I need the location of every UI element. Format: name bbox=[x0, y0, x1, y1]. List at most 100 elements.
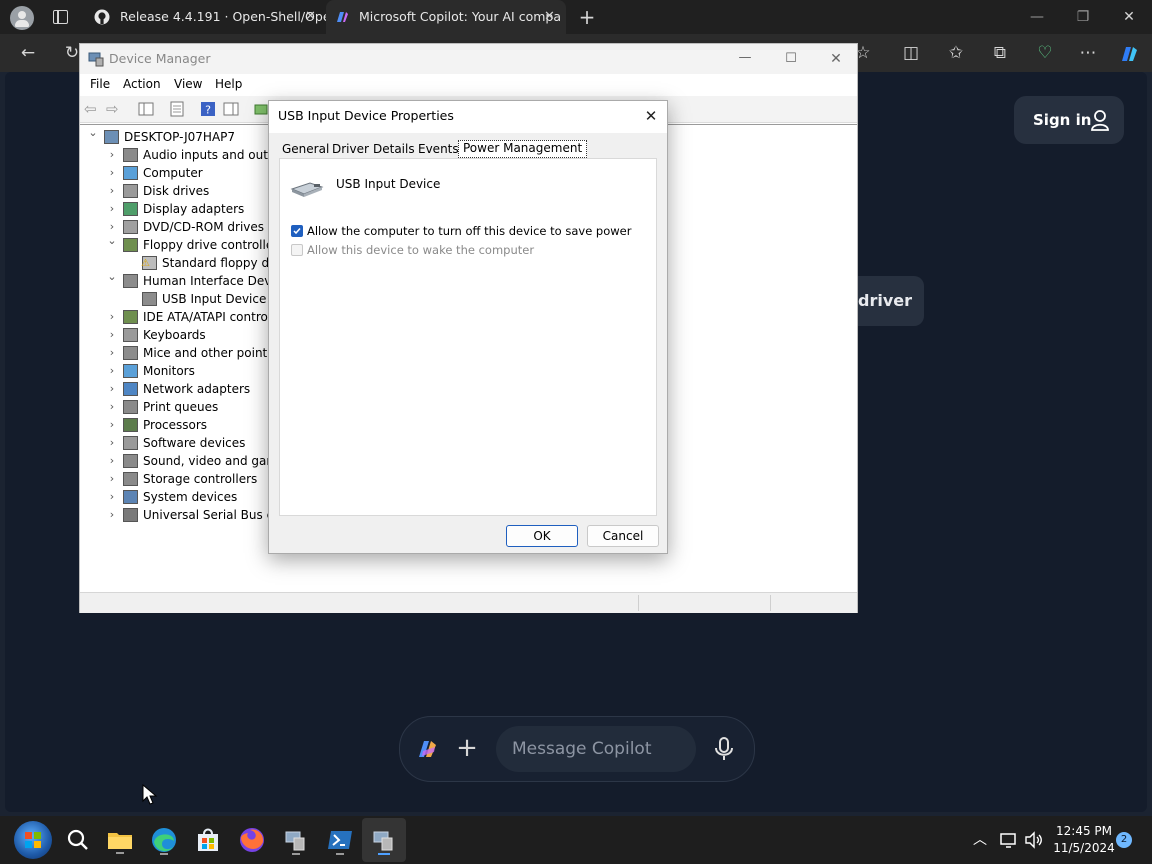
chevron-down-icon[interactable]: ⌄ bbox=[88, 124, 98, 142]
forward-arrow-icon[interactable]: ⇨ bbox=[106, 101, 122, 117]
show-hide-console-tree-icon[interactable] bbox=[138, 101, 154, 117]
menu-action[interactable]: Action bbox=[123, 77, 161, 91]
cancel-button[interactable]: Cancel bbox=[587, 525, 659, 547]
tree-node-label: Print queues bbox=[143, 400, 219, 414]
network-icon bbox=[123, 382, 138, 396]
chevron-right-icon[interactable]: › bbox=[107, 488, 117, 506]
chevron-down-icon[interactable]: ⌄ bbox=[107, 268, 117, 286]
storage-icon bbox=[123, 472, 138, 486]
chevron-right-icon[interactable]: › bbox=[107, 470, 117, 488]
power-management-panel: USB Input Device Allow the computer to t… bbox=[279, 158, 657, 516]
chevron-right-icon[interactable]: › bbox=[107, 452, 117, 470]
chevron-right-icon[interactable]: › bbox=[107, 326, 117, 344]
tab-power-management[interactable]: Power Management bbox=[458, 140, 588, 158]
chevron-right-icon[interactable]: › bbox=[107, 164, 117, 182]
tab-general[interactable]: General bbox=[282, 141, 329, 158]
clock-time: 12:45 PM bbox=[1056, 824, 1112, 838]
search-icon[interactable] bbox=[62, 824, 94, 856]
chevron-right-icon[interactable]: › bbox=[107, 200, 117, 218]
chevron-down-icon[interactable]: ⌄ bbox=[107, 232, 117, 250]
menu-help[interactable]: Help bbox=[215, 77, 242, 91]
profile-avatar[interactable] bbox=[10, 6, 34, 30]
chevron-right-icon[interactable]: › bbox=[107, 416, 117, 434]
taskbar: ︿ 12:45 PM 11/5/2024 2 bbox=[0, 816, 1152, 864]
allow-turn-off-label[interactable]: Allow the computer to turn off this devi… bbox=[307, 224, 631, 238]
keyboard-icon bbox=[123, 328, 138, 342]
new-tab-button[interactable]: + bbox=[572, 0, 602, 34]
back-icon[interactable]: ← bbox=[13, 34, 43, 72]
device-manager-active-icon[interactable] bbox=[368, 824, 400, 856]
back-arrow-icon[interactable]: ⇦ bbox=[84, 101, 100, 117]
volume-icon[interactable] bbox=[1024, 830, 1044, 850]
help-icon[interactable]: ? bbox=[200, 101, 216, 117]
chevron-right-icon[interactable]: › bbox=[107, 380, 117, 398]
monitor-icon bbox=[123, 364, 138, 378]
chevron-right-icon[interactable]: › bbox=[107, 146, 117, 164]
device-name: USB Input Device bbox=[336, 177, 441, 191]
maximize-icon[interactable]: ☐ bbox=[776, 44, 806, 74]
copilot-icon bbox=[337, 12, 348, 22]
allow-turn-off-checkbox[interactable] bbox=[291, 225, 303, 237]
network-icon[interactable] bbox=[999, 830, 1019, 850]
properties-dialog: USB Input Device Properties ✕ General Dr… bbox=[268, 100, 668, 554]
browser-essentials-icon[interactable]: ♡ bbox=[1030, 34, 1060, 72]
chevron-right-icon[interactable]: › bbox=[107, 308, 117, 326]
computer-icon bbox=[104, 130, 119, 144]
split-screen-icon[interactable]: ◫ bbox=[896, 34, 926, 72]
file-explorer-icon[interactable] bbox=[104, 824, 136, 856]
tab-events[interactable]: Events bbox=[418, 141, 459, 158]
ok-button[interactable]: OK bbox=[506, 525, 578, 547]
sign-in-button[interactable]: Sign in bbox=[1014, 96, 1124, 144]
chevron-right-icon[interactable]: › bbox=[107, 344, 117, 362]
clock[interactable]: 12:45 PM 11/5/2024 bbox=[1050, 823, 1118, 857]
powershell-icon[interactable] bbox=[324, 824, 356, 856]
firefox-icon[interactable] bbox=[236, 824, 268, 856]
dialog-title: USB Input Device Properties bbox=[278, 108, 454, 123]
browser-tab-github[interactable]: Release 4.4.191 · Open-Shell/Ope ✕ bbox=[86, 0, 326, 34]
show-hidden-icons[interactable]: ︿ bbox=[970, 830, 990, 850]
tab-details[interactable]: Details bbox=[373, 141, 415, 158]
minimize-icon[interactable]: — bbox=[730, 44, 760, 72]
close-icon[interactable]: ✕ bbox=[821, 44, 851, 74]
microphone-icon[interactable] bbox=[714, 737, 734, 761]
menu-view[interactable]: View bbox=[174, 77, 202, 91]
start-button[interactable] bbox=[14, 821, 52, 859]
browser-tab-copilot[interactable]: Microsoft Copilot: Your AI compa ✕ bbox=[326, 0, 566, 34]
close-tab-icon[interactable]: ✕ bbox=[544, 0, 555, 34]
chevron-right-icon[interactable]: › bbox=[107, 434, 117, 452]
chevron-right-icon[interactable]: › bbox=[107, 362, 117, 380]
restore-icon[interactable]: ❐ bbox=[1068, 0, 1098, 34]
more-icon[interactable]: ⋯ bbox=[1073, 34, 1103, 72]
tree-node-label: Disk drives bbox=[143, 184, 210, 198]
add-attachment-icon[interactable]: + bbox=[456, 733, 478, 763]
minimize-icon[interactable]: — bbox=[1022, 0, 1052, 34]
chevron-right-icon[interactable]: › bbox=[107, 398, 117, 416]
device-manager-titlebar: Device Manager — ☐ ✕ bbox=[80, 44, 857, 74]
edge-icon[interactable] bbox=[148, 824, 180, 856]
chevron-right-icon[interactable]: › bbox=[107, 506, 117, 524]
action-pane-icon[interactable] bbox=[223, 101, 239, 117]
tree-node-label: Keyboards bbox=[143, 328, 206, 342]
tree-node-label: Monitors bbox=[143, 364, 195, 378]
controller-icon bbox=[123, 310, 138, 324]
chevron-right-icon[interactable]: › bbox=[107, 182, 117, 200]
menu-file[interactable]: File bbox=[90, 77, 110, 91]
store-icon[interactable] bbox=[192, 824, 224, 856]
copilot-logo-icon[interactable] bbox=[415, 737, 439, 761]
properties-icon[interactable] bbox=[169, 101, 185, 117]
close-icon[interactable]: ✕ bbox=[1114, 0, 1144, 34]
collections-icon[interactable]: ⧉ bbox=[985, 34, 1015, 72]
favorites-icon[interactable]: ✩ bbox=[941, 34, 971, 72]
sign-in-label: Sign in bbox=[1033, 111, 1092, 129]
message-input[interactable]: Message Copilot bbox=[496, 726, 696, 772]
close-icon[interactable]: ✕ bbox=[639, 101, 663, 131]
close-tab-icon[interactable]: ✕ bbox=[305, 0, 316, 34]
copilot-sidebar-icon[interactable] bbox=[1118, 43, 1140, 65]
tab-driver[interactable]: Driver bbox=[332, 141, 369, 158]
notification-badge[interactable]: 2 bbox=[1116, 832, 1132, 848]
github-icon bbox=[94, 9, 110, 25]
device-manager-taskbar-icon[interactable] bbox=[280, 824, 312, 856]
copilot-composer: + Message Copilot bbox=[399, 716, 755, 782]
printer-icon bbox=[123, 400, 138, 414]
tab-actions-icon[interactable] bbox=[53, 10, 68, 24]
